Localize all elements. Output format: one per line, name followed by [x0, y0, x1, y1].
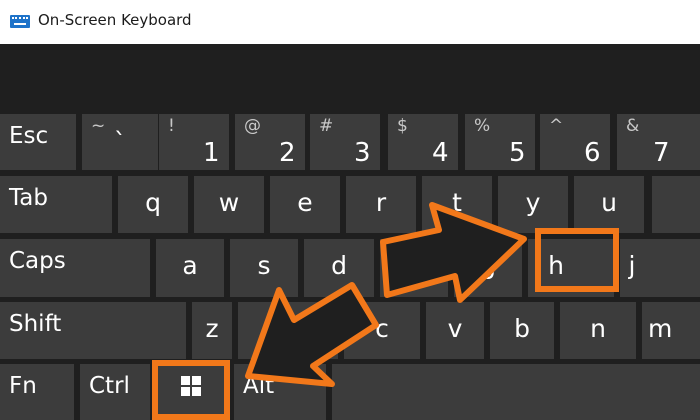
annotation-arrows	[245, 202, 527, 387]
arrow-right-icon	[380, 202, 527, 303]
arrow-double-diagonal-icon	[245, 282, 379, 387]
